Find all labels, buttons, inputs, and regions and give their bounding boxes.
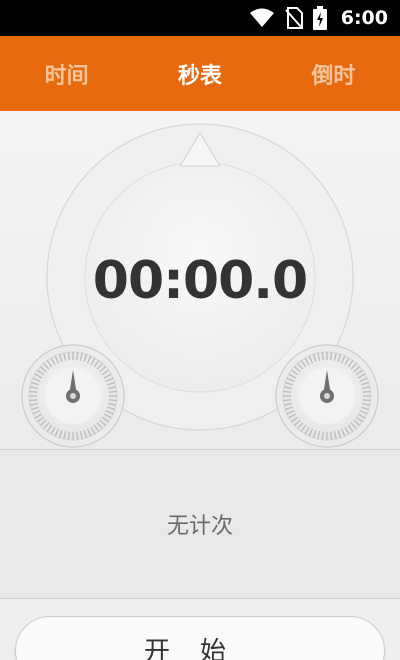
subdial-left [21,344,125,448]
no-sim-icon [284,7,303,29]
tab-countdown[interactable]: 倒时 [267,58,400,90]
stopwatch-dial-area: 00:00.0 [0,111,400,449]
tab-stopwatch[interactable]: 秒表 [133,58,266,90]
wifi-icon [249,8,275,28]
laps-empty-text: 无计次 [166,514,233,539]
start-button[interactable]: 开始 [15,616,385,660]
subdial-right [275,344,379,448]
lap-list: 无计次 [0,450,400,598]
status-time: 6:00 [340,7,388,29]
stopwatch-time: 00:00.0 [92,251,308,311]
status-bar: 6:00 [0,0,400,36]
tab-bar: 时间 秒表 倒时 [0,36,400,111]
battery-icon [312,6,327,30]
controls-area: 开始 [0,599,400,660]
tab-clock[interactable]: 时间 [0,58,133,90]
